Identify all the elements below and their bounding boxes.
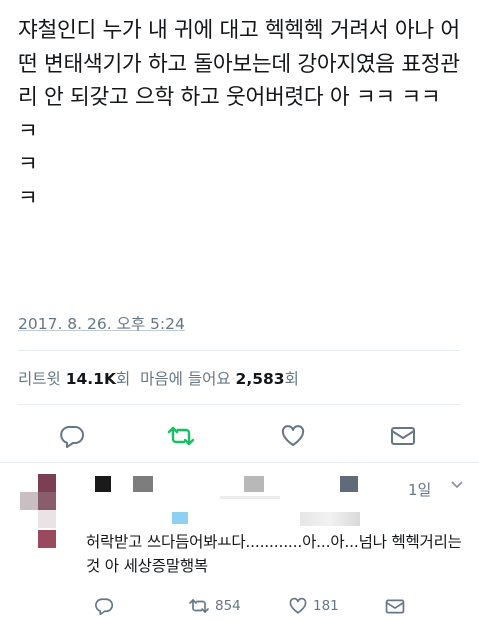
reply-icon — [60, 426, 84, 448]
divider — [0, 462, 479, 463]
reply-retweet-button[interactable]: 854 — [188, 594, 241, 618]
like-stat[interactable]: 마음에 들어요 2,583회 — [140, 370, 299, 388]
message-button[interactable] — [387, 420, 419, 452]
divider — [18, 350, 461, 351]
reply-reply-button[interactable] — [94, 594, 114, 618]
retweet-icon — [189, 599, 209, 613]
divider — [18, 404, 461, 405]
avatar-pixel — [38, 530, 56, 548]
username-pixel — [133, 476, 153, 492]
username-pixel — [340, 476, 358, 492]
reply-button[interactable] — [56, 420, 88, 452]
tweet-timestamp[interactable]: 2017. 8. 26. 오후 5:24 — [18, 312, 185, 334]
reply-text: 허락받고 쓰다듬어봐ㅛ다............아...아...넘나 헥헥거리는… — [86, 533, 462, 575]
username-pixel — [300, 512, 360, 526]
retweet-button[interactable] — [165, 420, 197, 452]
username-pixel — [95, 476, 111, 492]
like-count: 2,583 — [235, 370, 285, 388]
chevron-down-icon[interactable] — [450, 480, 464, 490]
retweet-icon — [167, 426, 195, 446]
like-unit: 회 — [284, 370, 299, 388]
retweet-stat[interactable]: 리트윗 14.1K회 — [18, 370, 130, 388]
username-pixel — [172, 512, 188, 524]
retweet-label: 리트윗 — [18, 370, 61, 388]
retweet-count: 14.1K — [65, 370, 116, 388]
reply-date: 1일 — [408, 481, 432, 499]
like-label: 마음에 들어요 — [140, 370, 231, 388]
avatar-pixel — [20, 492, 38, 510]
like-button[interactable] — [277, 420, 309, 452]
avatar-pixel — [38, 474, 56, 492]
heart-icon — [281, 425, 305, 446]
retweet-unit: 회 — [115, 370, 131, 388]
avatar-pixel — [38, 510, 56, 528]
username-pixel — [244, 476, 264, 492]
tweet-text: 쟈철인디 누가 내 귀에 대고 헥헥헥 거려서 아나 어떤 변태색기가 하고 돌… — [18, 18, 460, 211]
reply-retweet-count: 854 — [215, 598, 241, 614]
username-pixel — [220, 496, 280, 499]
message-icon — [385, 599, 405, 613]
message-icon — [391, 427, 415, 445]
reply-like-button[interactable]: 181 — [288, 594, 339, 618]
tweet-actions — [0, 420, 479, 452]
heart-icon — [289, 597, 307, 614]
reply-actions: 854 181 — [0, 594, 479, 618]
reply-tweet[interactable]: 1일 허락받고 쓰다듬어봐ㅛ다............아...아...넘나 헥헥… — [0, 464, 479, 622]
tweet-stats: 리트윗 14.1K회 마음에 들어요 2,583회 — [18, 367, 299, 389]
reply-message-button[interactable] — [385, 594, 405, 618]
reply-icon — [95, 598, 114, 615]
avatar-pixel — [38, 492, 56, 510]
reply-like-count: 181 — [313, 598, 339, 614]
